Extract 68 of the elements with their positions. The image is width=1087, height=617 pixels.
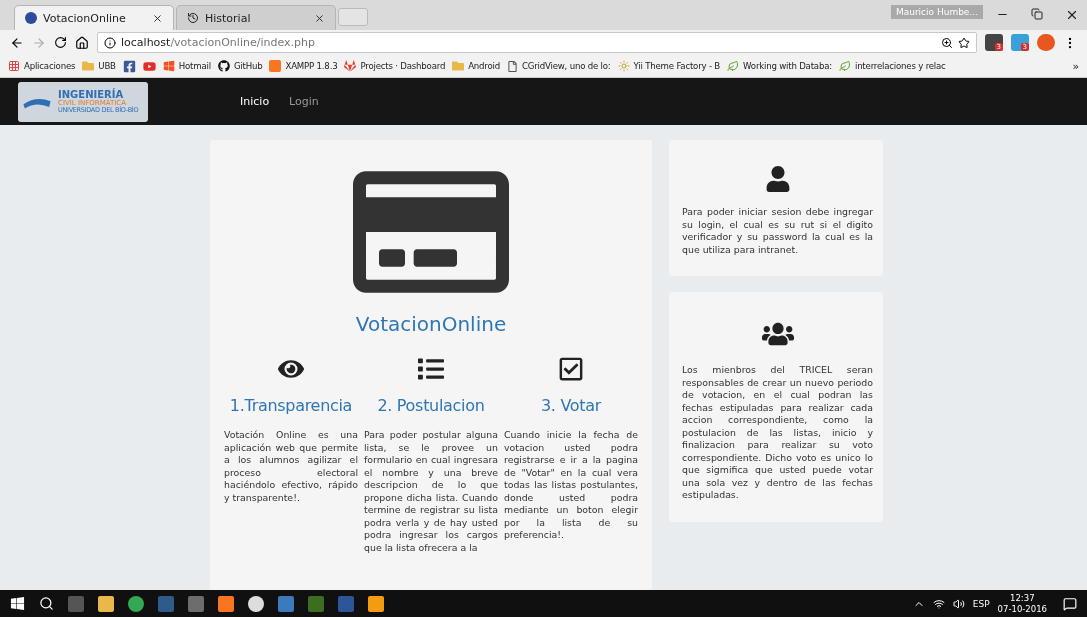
bookmark[interactable] bbox=[122, 59, 136, 73]
feature-text: Cuando inicie la fecha de votacion usted podra registrarse e ir a la pagina de "Votar" en la cual vera todas las listas postulantes, donde usted podra mediante un boton elegir por la lista de su preferencia!. bbox=[504, 429, 638, 542]
page-title: VotacionOnline bbox=[355, 312, 507, 336]
feature-title: 2. Postulacion bbox=[377, 396, 485, 415]
app-icon[interactable] bbox=[218, 595, 234, 612]
windows-icon bbox=[162, 60, 175, 72]
bookmark[interactable]: XAMPP 1.8.3 bbox=[269, 60, 338, 72]
info-text: Para poder iniciar sesion debe ingregar su login, el cual es su rut si el digito verificador y su password la cual es la que utiliza para intranet. bbox=[682, 206, 873, 256]
leaf-icon bbox=[838, 60, 851, 72]
feature-text: Votación Online es una aplicación web que permite a los alumnos agilizar el proceso electoral haciéndolo efectivo, rápido y transparente!. bbox=[224, 429, 358, 504]
date-text: 07-10-2016 bbox=[997, 603, 1047, 615]
bookmark[interactable]: Working with Databa: bbox=[727, 60, 832, 72]
start-icon[interactable] bbox=[10, 596, 25, 611]
page-icon bbox=[506, 60, 518, 72]
browser-tab[interactable]: Historial bbox=[176, 5, 336, 30]
address-field[interactable]: localhost/votacionOnline/index.php bbox=[97, 32, 977, 53]
extension-icon[interactable] bbox=[1037, 34, 1055, 51]
video-icon bbox=[142, 59, 156, 73]
info-icon bbox=[104, 36, 116, 49]
reload-icon[interactable] bbox=[54, 36, 67, 49]
bookmark[interactable]: UBB bbox=[82, 60, 116, 72]
leaf-icon bbox=[727, 60, 740, 72]
user-icon bbox=[764, 166, 791, 192]
facebook-icon bbox=[122, 59, 136, 73]
github-icon bbox=[217, 60, 230, 72]
more-bookmarks[interactable]: » bbox=[1072, 59, 1079, 73]
bookmark[interactable]: Hotmail bbox=[162, 60, 211, 72]
history-icon bbox=[187, 12, 199, 24]
time-text: 12:37 bbox=[1010, 592, 1035, 604]
apps-icon bbox=[8, 60, 20, 72]
zoom-icon[interactable] bbox=[941, 36, 953, 49]
sun-icon bbox=[617, 60, 630, 72]
bookmark[interactable]: Aplicaciones bbox=[8, 60, 76, 72]
wifi-icon[interactable] bbox=[932, 597, 945, 610]
bookmark[interactable] bbox=[142, 59, 156, 73]
bookmark[interactable]: Android bbox=[452, 60, 500, 72]
volume-icon[interactable] bbox=[952, 597, 965, 610]
bookmark[interactable]: interrelaciones y relac bbox=[838, 60, 946, 72]
language-indicator[interactable]: ESP bbox=[972, 598, 990, 609]
logo-title: INGENIERÍA bbox=[58, 89, 124, 100]
back-icon[interactable] bbox=[10, 35, 24, 50]
close-icon[interactable] bbox=[314, 12, 325, 24]
home-icon[interactable] bbox=[75, 35, 89, 50]
bookmark[interactable]: GitHub bbox=[217, 60, 263, 72]
url-path: /votacionOnline/index.php bbox=[170, 36, 315, 49]
app-icon[interactable] bbox=[248, 595, 264, 612]
fox-icon bbox=[344, 60, 357, 72]
feature-title: 3. Votar bbox=[540, 396, 602, 415]
browser-tab[interactable]: VotacionOnline bbox=[14, 5, 174, 30]
nav-link[interactable]: Inicio bbox=[240, 95, 270, 108]
checkbox-icon bbox=[558, 356, 584, 382]
search-icon[interactable] bbox=[39, 596, 54, 611]
feature-text: Para poder postular alguna lista, se le provee un formulario en cual ingresara el nombre y una breve descripcion de lo que propone dicha lista. Cuando termine de registrar su lista podra verla y de hay usted podra ingresar los cargos que la lista ofrecera a la bbox=[364, 429, 498, 554]
info-text: Los mienbros del TRICEL seran responsables de crear un nuevo periodo de votacion, en el cual podran las fechas estipuladas para realizar cada accion correspondiente, como la postulacion de las listas, inicio y finalizacion para realizar su voto correspondiente. Dicho voto es unico lo que sigmifica que usted puede votar una sola vez y dentro de las fechas estipuladas. bbox=[682, 364, 873, 502]
star-icon[interactable] bbox=[958, 36, 970, 49]
nav-link[interactable]: Login bbox=[289, 95, 319, 108]
clock[interactable]: 12:37 07-10-2016 bbox=[997, 592, 1047, 615]
bookmark[interactable]: Projects · Dashboard bbox=[344, 60, 446, 72]
bookmark[interactable]: CGridView, uno de lo: bbox=[506, 60, 611, 72]
close-icon[interactable] bbox=[1065, 8, 1079, 22]
site-icon bbox=[25, 12, 37, 24]
restore-icon[interactable] bbox=[1031, 8, 1043, 20]
list-icon bbox=[418, 356, 444, 382]
notifications-icon[interactable] bbox=[1063, 596, 1077, 611]
url-host: localhost bbox=[121, 36, 171, 49]
close-icon[interactable] bbox=[152, 12, 163, 24]
bookmark[interactable]: Yii Theme Factory - B bbox=[617, 60, 721, 72]
feature-title: 1.Transparencia bbox=[229, 396, 353, 415]
